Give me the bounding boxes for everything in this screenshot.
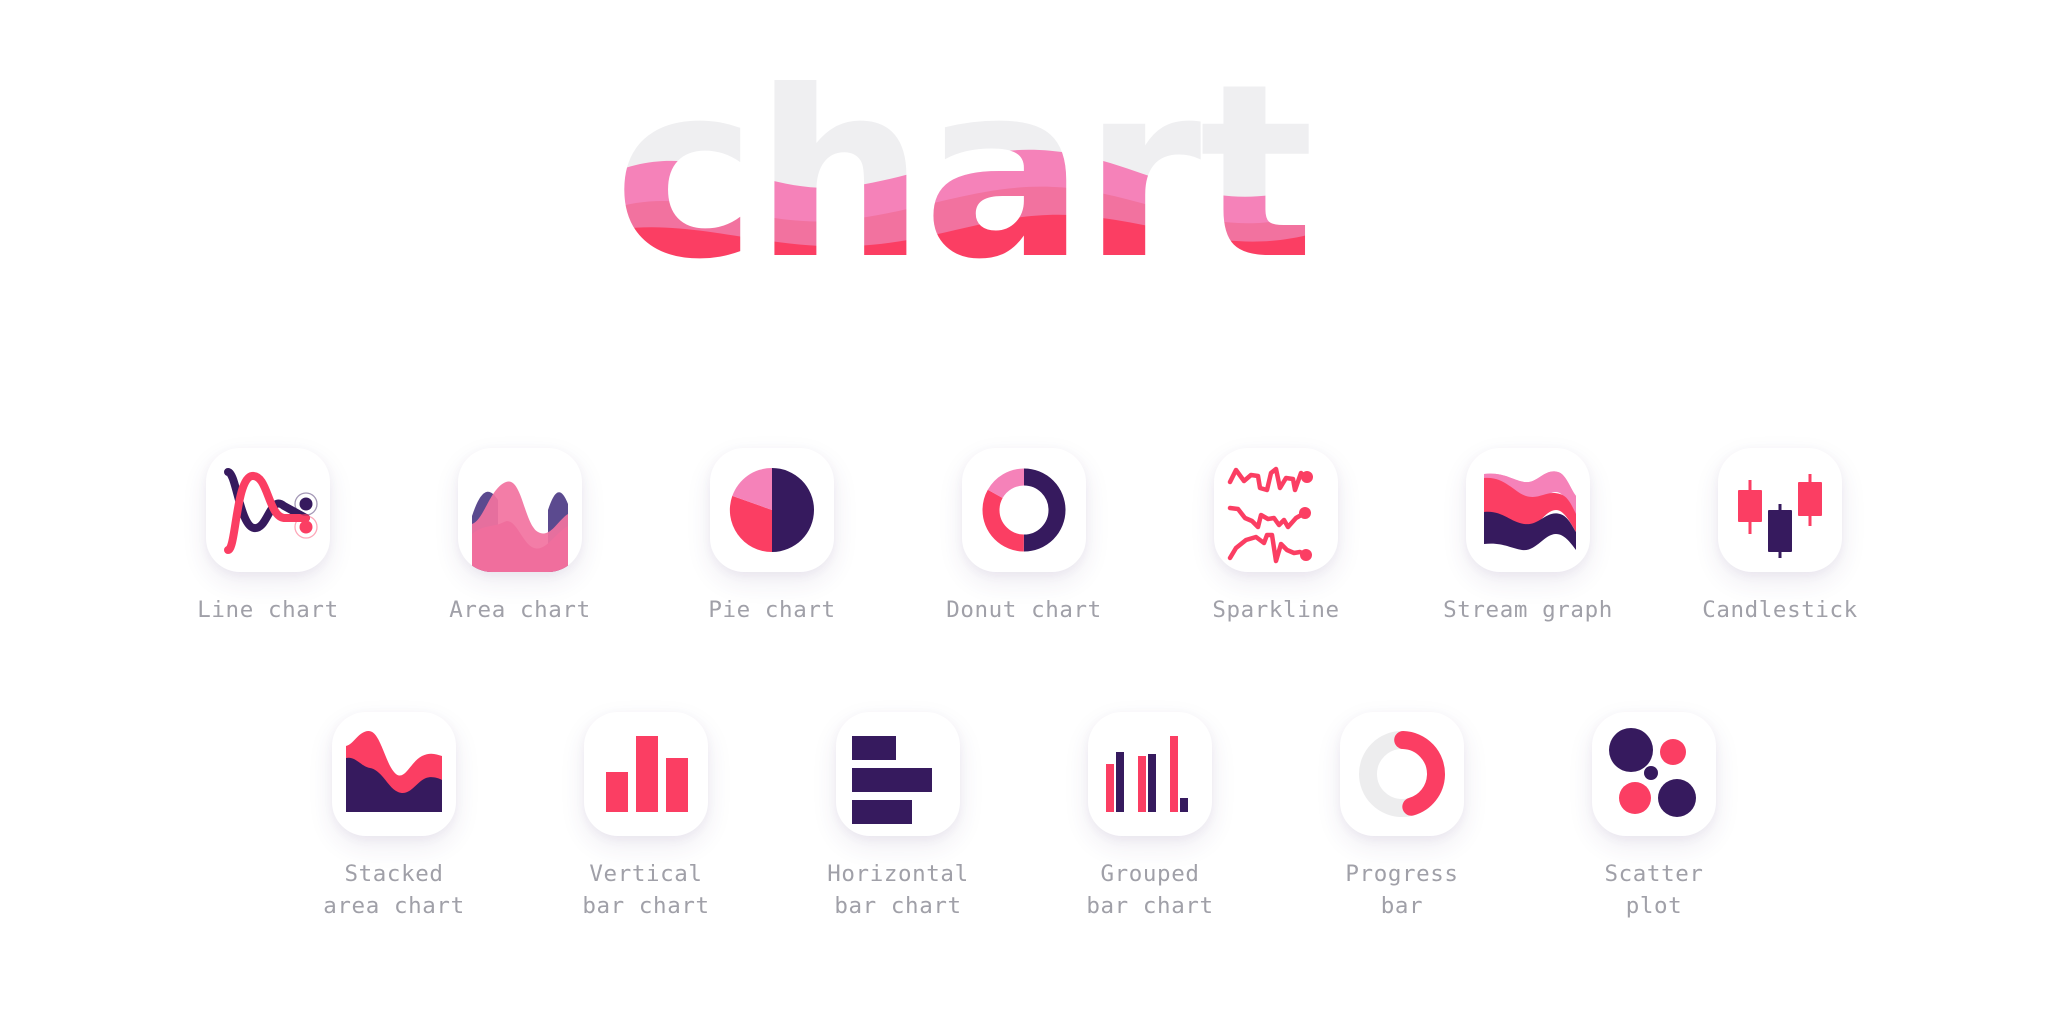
icon-cell-candlestick[interactable]: Candlestick bbox=[1654, 448, 1906, 626]
candle-1 bbox=[1738, 480, 1762, 534]
vertical-bar-chart-card[interactable] bbox=[584, 712, 708, 836]
vertical-bar-chart-icon bbox=[606, 736, 688, 812]
pie-slice-purple bbox=[772, 468, 814, 552]
scatter-point-4 bbox=[1619, 782, 1651, 814]
area-chart-card[interactable] bbox=[458, 448, 582, 572]
icon-label: Area chart bbox=[449, 597, 591, 623]
hbar-1 bbox=[852, 736, 896, 760]
candle-2 bbox=[1768, 504, 1792, 558]
progress-bar-icon bbox=[1359, 731, 1445, 817]
candlestick-icon bbox=[1738, 474, 1822, 558]
title-chart-wordmark: chart chart bbox=[614, 80, 1314, 300]
icon-label: Stream graph bbox=[1443, 597, 1613, 623]
candle-3 bbox=[1798, 474, 1822, 526]
bar-1 bbox=[606, 772, 628, 812]
page-title: chart chart bbox=[0, 60, 2048, 320]
icon-label: Pie chart bbox=[708, 597, 836, 623]
icon-label: Sparkline bbox=[1212, 597, 1340, 623]
line-endpoint-purple bbox=[299, 497, 313, 511]
bar-3 bbox=[666, 758, 688, 812]
gbar-2-purple bbox=[1148, 754, 1156, 812]
scatter-point-1 bbox=[1609, 728, 1653, 772]
gbar-2-red bbox=[1138, 756, 1146, 812]
scatter-point-2 bbox=[1660, 739, 1686, 765]
icon-cell-pie-chart[interactable]: Pie chart bbox=[646, 448, 898, 626]
icon-label: Horizontal bar chart bbox=[827, 861, 969, 919]
grouped-bar-chart-card[interactable] bbox=[1088, 712, 1212, 836]
horizontal-bar-chart-card[interactable] bbox=[836, 712, 960, 836]
icon-label: Grouped bar chart bbox=[1086, 861, 1214, 919]
icon-cell-stream-graph[interactable]: Stream graph bbox=[1402, 448, 1654, 626]
gbar-3-red bbox=[1170, 736, 1178, 812]
donut-chart-card[interactable] bbox=[962, 448, 1086, 572]
icon-row-1: Line chart Area chart Pie chart Donut ch… bbox=[0, 448, 2048, 626]
horizontal-bar-chart-icon bbox=[852, 736, 932, 824]
icon-cell-grouped-bar-chart[interactable]: Grouped bar chart bbox=[1024, 712, 1276, 922]
sparkline-endpoint-2 bbox=[1299, 507, 1311, 519]
sparkline-icon bbox=[1227, 466, 1313, 564]
stacked-area-chart-icon bbox=[346, 730, 442, 812]
scatter-plot-card[interactable] bbox=[1592, 712, 1716, 836]
scatter-point-3 bbox=[1644, 766, 1658, 780]
progress-bar-card[interactable] bbox=[1340, 712, 1464, 836]
icon-cell-horizontal-bar-chart[interactable]: Horizontal bar chart bbox=[772, 712, 1024, 922]
sparkline-endpoint-1 bbox=[1301, 471, 1313, 483]
icon-label: Line chart bbox=[197, 597, 339, 623]
icon-label: Vertical bar chart bbox=[582, 861, 710, 919]
line-endpoint-red bbox=[299, 520, 313, 534]
icon-label: Progress bar bbox=[1345, 861, 1459, 919]
icon-cell-stacked-area-chart[interactable]: Stacked area chart bbox=[268, 712, 520, 922]
icon-cell-sparkline[interactable]: Sparkline bbox=[1150, 448, 1402, 626]
icon-label: Donut chart bbox=[946, 597, 1102, 623]
sparkline-card[interactable] bbox=[1214, 448, 1338, 572]
stream-graph-icon bbox=[1484, 471, 1576, 551]
area-chart-icon bbox=[472, 481, 568, 572]
icon-cell-progress-bar[interactable]: Progress bar bbox=[1276, 712, 1528, 922]
line-chart-icon bbox=[224, 468, 318, 554]
scatter-point-5 bbox=[1658, 779, 1696, 817]
line-chart-card[interactable] bbox=[206, 448, 330, 572]
sparkline-endpoint-3 bbox=[1300, 549, 1312, 561]
icon-row-2: Stacked area chart Vertical bar chart Ho… bbox=[0, 712, 2048, 922]
candlestick-card[interactable] bbox=[1718, 448, 1842, 572]
gbar-1-red bbox=[1106, 764, 1114, 812]
pie-chart-card[interactable] bbox=[710, 448, 834, 572]
stream-graph-card[interactable] bbox=[1466, 448, 1590, 572]
icon-cell-vertical-bar-chart[interactable]: Vertical bar chart bbox=[520, 712, 772, 922]
icon-cell-scatter-plot[interactable]: Scatter plot bbox=[1528, 712, 1780, 922]
icon-cell-donut-chart[interactable]: Donut chart bbox=[898, 448, 1150, 626]
icon-cell-area-chart[interactable]: Area chart bbox=[394, 448, 646, 626]
pie-chart-icon bbox=[729, 467, 814, 553]
icon-label: Candlestick bbox=[1702, 597, 1858, 623]
gbar-3-purple bbox=[1180, 798, 1188, 812]
icon-label: Scatter plot bbox=[1604, 861, 1704, 919]
scatter-plot-icon bbox=[1609, 728, 1696, 817]
hbar-3 bbox=[852, 800, 912, 824]
hbar-2 bbox=[852, 768, 932, 792]
icon-label: Stacked area chart bbox=[323, 861, 465, 919]
icon-cell-line-chart[interactable]: Line chart bbox=[142, 448, 394, 626]
stacked-area-chart-card[interactable] bbox=[332, 712, 456, 836]
grouped-bar-chart-icon bbox=[1106, 736, 1188, 812]
donut-chart-icon bbox=[982, 468, 1066, 552]
gbar-1-purple bbox=[1116, 752, 1124, 812]
bar-2 bbox=[636, 736, 658, 812]
